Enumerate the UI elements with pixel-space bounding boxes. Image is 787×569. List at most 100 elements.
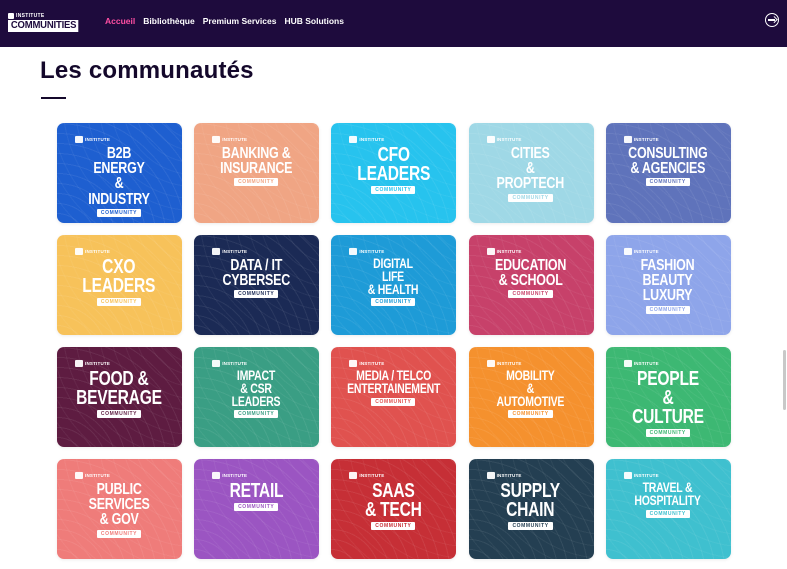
institute-logo-icon [486, 472, 495, 479]
community-card-data-it-cybersec[interactable]: INSTITUTE DATA / IT CYBERSEC COMMUNITY [194, 235, 320, 335]
community-card-cxo-leaders[interactable]: INSTITUTE CXO LEADERS COMMUNITY [57, 235, 182, 335]
logout-icon[interactable] [765, 13, 779, 27]
community-badge: COMMUNITY [371, 522, 416, 530]
institute-logo-icon [623, 472, 632, 479]
community-badge: COMMUNITY [96, 410, 142, 418]
card-title: TRAVEL & HOSPITALITY [634, 480, 701, 508]
community-badge: COMMUNITY [508, 290, 553, 299]
community-badge: COMMUNITY [96, 298, 142, 306]
card-institute-label: INSTITUTE [85, 249, 111, 254]
community-badge: COMMUNITY [645, 305, 690, 314]
card-title: B2B ENERGY & INDUSTRY [88, 145, 150, 208]
card-institute-label: INSTITUTE [496, 137, 522, 142]
community-card-retail[interactable]: INSTITUTE RETAIL COMMUNITY [194, 459, 320, 559]
top-navbar: INSTITUTE COMMUNITIES Accueil Bibliothèq… [0, 0, 787, 47]
card-institute-label: INSTITUTE [633, 249, 659, 254]
card-title: PEOPLE & CULTURE [631, 368, 704, 428]
card-institute-label: INSTITUTE [496, 473, 522, 478]
community-card-supply-chain[interactable]: INSTITUTE SUPPLY CHAIN COMMUNITY [468, 459, 594, 559]
card-institute-label: INSTITUTE [222, 137, 248, 142]
community-card-media-telco-entertainement[interactable]: INSTITUTE MEDIA / TELCO ENTERTAINEMENT COM… [331, 347, 457, 447]
card-title: MOBILITY & AUTOMOTIVE [496, 368, 565, 409]
community-card-digital-life-health[interactable]: INSTITUTE DIGITAL LIFE & HEALTH COMMUNITY [331, 235, 457, 335]
institute-logo-icon [349, 136, 358, 143]
institute-logo-icon [486, 248, 495, 255]
institute-logo-icon [623, 136, 632, 143]
community-badge: COMMUNITY [508, 193, 553, 202]
card-institute-label: INSTITUTE [633, 137, 659, 142]
community-badge: COMMUNITY [234, 410, 279, 419]
card-title: FASHION BEAUTY LUXURY [640, 257, 695, 305]
institute-logo-icon [75, 248, 83, 255]
card-institute-label: INSTITUTE [359, 473, 385, 478]
card-title: SUPPLY CHAIN [500, 480, 561, 521]
nav-link-accueil[interactable]: Accueil [105, 16, 135, 26]
institute-logo-icon [75, 360, 83, 367]
community-badge: COMMUNITY [234, 178, 279, 187]
institute-logo-icon [212, 360, 221, 367]
card-title: MEDIA / TELCO ENTERTAINEMENT [346, 368, 440, 396]
card-institute-label: INSTITUTE [85, 361, 111, 366]
community-card-consulting-agencies[interactable]: INSTITUTE CONSULTING & AGENCIES COMMUNITY [605, 123, 731, 223]
community-card-cfo-leaders[interactable]: INSTITUTE CFO LEADERS COMMUNITY [331, 123, 457, 223]
card-title: DIGITAL LIFE & HEALTH [368, 256, 419, 297]
community-badge: COMMUNITY [371, 186, 416, 194]
community-card-impact-csr-leaders[interactable]: INSTITUTE IMPACT & CSR LEADERS COMMUNITY [194, 347, 320, 447]
logo-institute-text: INSTITUTE [16, 12, 45, 19]
communities-logo[interactable]: INSTITUTE COMMUNITIES [8, 12, 88, 32]
community-badge: COMMUNITY [96, 208, 142, 217]
community-card-education-school[interactable]: INSTITUTE EDUCATION & SCHOOL COMMUNITY [468, 235, 594, 335]
community-badge: COMMUNITY [234, 503, 279, 511]
card-institute-label: INSTITUTE [85, 473, 111, 478]
institute-logo-icon [623, 360, 632, 367]
card-title: IMPACT & CSR LEADERS [231, 368, 281, 409]
institute-logo-icon [349, 472, 358, 479]
card-title: CXO LEADERS [82, 256, 156, 297]
institute-logo-icon [623, 248, 632, 255]
card-title: BANKING & INSURANCE [220, 145, 293, 178]
community-badge: COMMUNITY [645, 429, 690, 437]
card-institute-label: INSTITUTE [359, 249, 385, 254]
card-institute-label: INSTITUTE [633, 361, 659, 366]
community-badge: COMMUNITY [508, 522, 553, 530]
card-institute-label: INSTITUTE [359, 137, 385, 142]
community-card-banking-insurance[interactable]: INSTITUTE BANKING & INSURANCE COMMUNITY [194, 123, 320, 223]
scrollbar-thumb[interactable] [783, 350, 786, 410]
community-card-cities-proptech[interactable]: INSTITUTE CITIES & PROPTECH COMMUNITY [468, 123, 594, 223]
community-card-b2b-energy-industry[interactable]: INSTITUTE B2B ENERGY & INDUSTRY COMMUNITY [57, 123, 182, 223]
title-underline [41, 97, 66, 99]
card-institute-label: INSTITUTE [222, 249, 248, 254]
community-badge: COMMUNITY [371, 298, 416, 307]
institute-logo-icon [212, 136, 221, 143]
institute-logo-icon [349, 248, 358, 255]
community-card-public-services-gov[interactable]: INSTITUTE PUBLIC SERVICES & GOV COMMUNITY [57, 459, 182, 559]
logo-communities-text: COMMUNITIES [8, 19, 79, 32]
institute-logo-icon [349, 360, 358, 367]
page-title: Les communautés [40, 57, 254, 84]
card-institute-label: INSTITUTE [85, 137, 111, 142]
community-badge: COMMUNITY [234, 290, 279, 299]
card-title: FOOD & BEVERAGE [76, 368, 162, 409]
community-badge: COMMUNITY [645, 509, 690, 518]
communities-grid: INSTITUTE B2B ENERGY & INDUSTRY COMMUNITY I… [57, 123, 731, 559]
community-card-people-culture[interactable]: INSTITUTE PEOPLE & CULTURE COMMUNITY [605, 347, 731, 447]
community-card-saas-tech[interactable]: INSTITUTE SAAS & TECH COMMUNITY [331, 459, 457, 559]
card-institute-label: INSTITUTE [496, 361, 522, 366]
logo-box-icon [8, 12, 14, 19]
community-badge: COMMUNITY [508, 410, 553, 419]
card-title: CONSULTING & AGENCIES [628, 145, 708, 178]
nav-link-hub-solutions[interactable]: HUB Solutions [284, 16, 344, 26]
community-card-mobility-automotive[interactable]: INSTITUTE MOBILITY & AUTOMOTIVE COMMUNITY [468, 347, 594, 447]
card-title: CITIES & PROPTECH [496, 145, 565, 193]
nav-link-premium-services[interactable]: Premium Services [203, 16, 277, 26]
institute-logo-icon [486, 360, 495, 367]
community-card-fashion-beauty-luxury[interactable]: INSTITUTE FASHION BEAUTY LUXURY COMMUNITY [605, 235, 731, 335]
community-badge: COMMUNITY [645, 178, 690, 187]
community-card-food-beverage[interactable]: INSTITUTE FOOD & BEVERAGE COMMUNITY [57, 347, 182, 447]
community-card-travel-hospitality[interactable]: INSTITUTE TRAVEL & HOSPITALITY COMMUNITY [605, 459, 731, 559]
card-institute-label: INSTITUTE [222, 361, 248, 366]
main-nav: Accueil Bibliothèque Premium Services HU… [105, 16, 344, 26]
nav-link-bibliotheque[interactable]: Bibliothèque [143, 16, 194, 26]
card-title: PUBLIC SERVICES & GOV [88, 481, 150, 529]
card-institute-label: INSTITUTE [222, 473, 248, 478]
